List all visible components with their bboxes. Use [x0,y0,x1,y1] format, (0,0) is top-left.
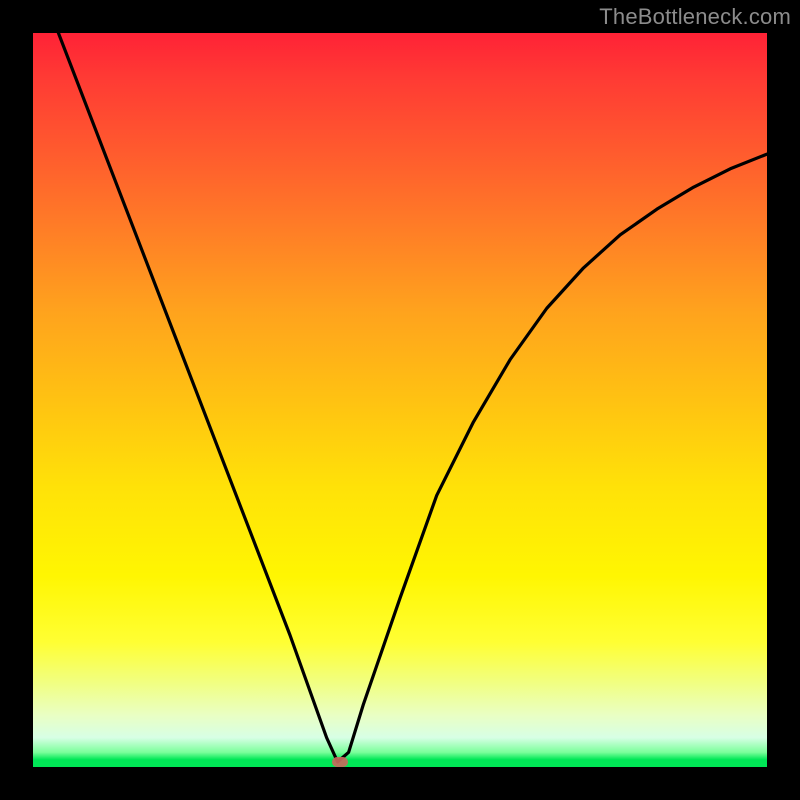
bottleneck-curve [33,33,767,767]
chart-frame: TheBottleneck.com [0,0,800,800]
minimum-marker [332,757,348,767]
watermark-text: TheBottleneck.com [599,4,791,30]
plot-area [33,33,767,767]
